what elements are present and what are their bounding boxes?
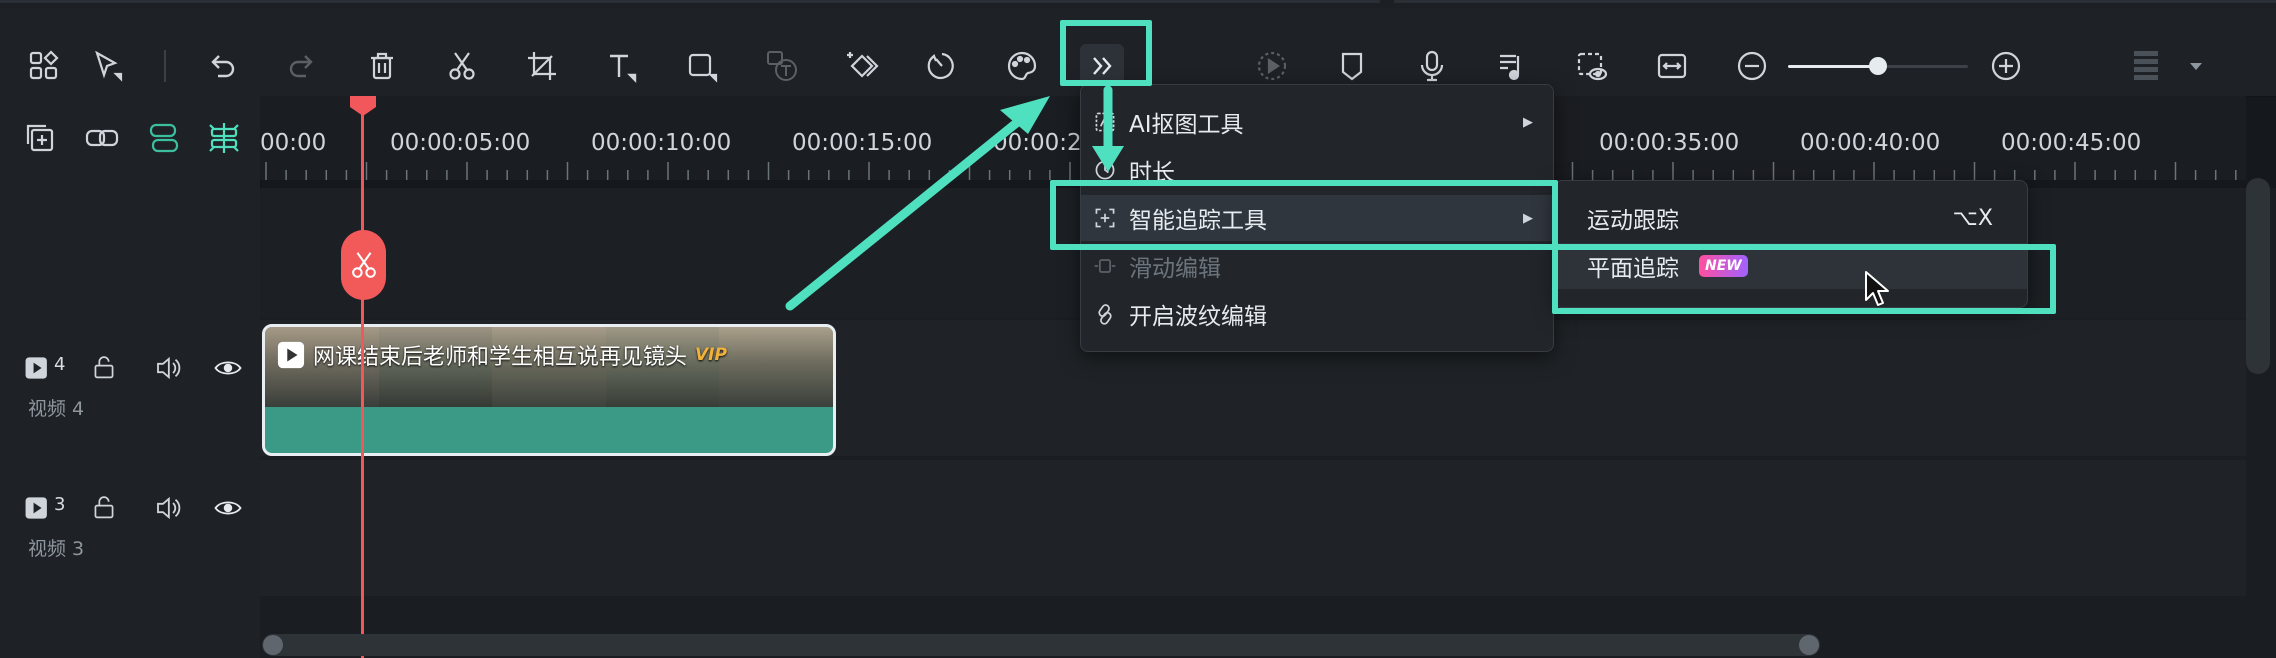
arrow-to-menu	[785, 107, 1035, 311]
mouse-cursor-icon	[1865, 271, 1889, 306]
annotation-arrows	[785, 85, 1124, 311]
arrowhead	[1092, 146, 1124, 172]
